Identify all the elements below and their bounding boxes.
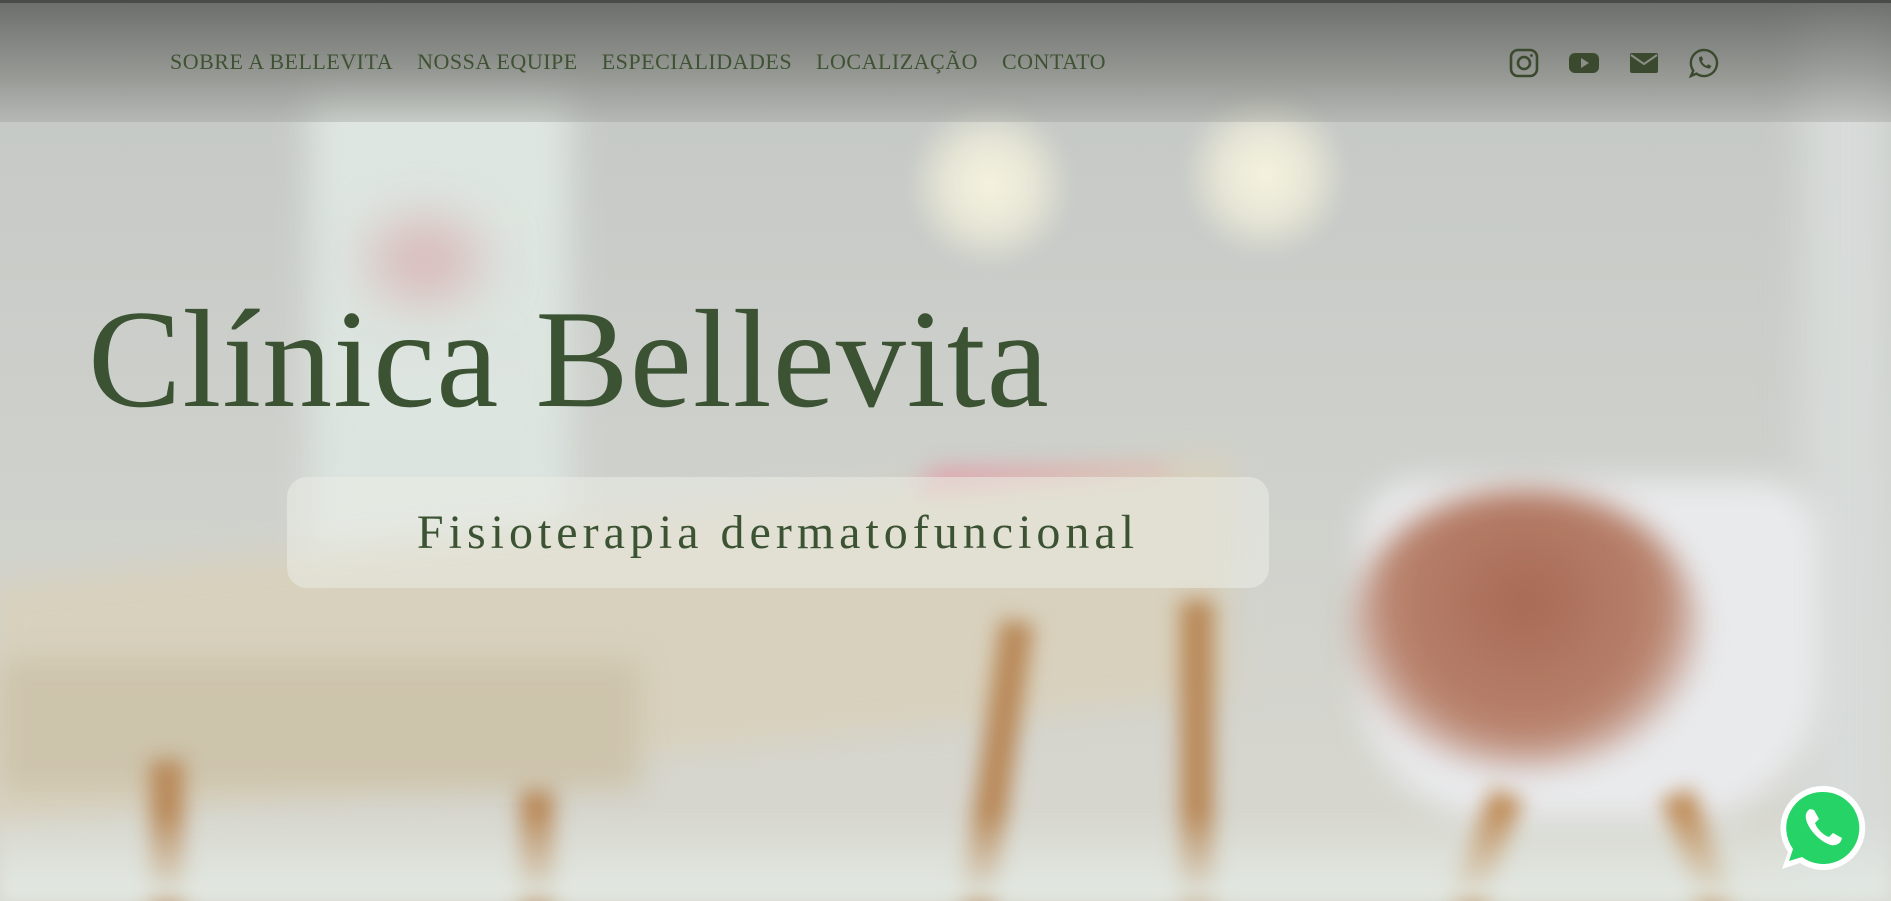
nav-link-sobre[interactable]: SOBRE A BELLEVITA	[170, 49, 393, 75]
hero-subtitle: Fisioterapia dermatofuncional	[416, 506, 1140, 559]
nav-link-equipe[interactable]: NOSSA EQUIPE	[417, 49, 578, 75]
main-nav: SOBRE A BELLEVITA NOSSA EQUIPE ESPECIALI…	[170, 49, 1106, 75]
whatsapp-icon	[1780, 785, 1866, 870]
email-icon[interactable]	[1628, 47, 1660, 79]
nav-link-localizacao[interactable]: LOCALIZAÇÃO	[816, 49, 978, 75]
hero-subtitle-box: Fisioterapia dermatofuncional	[287, 477, 1269, 588]
hero-title: Clínica Bellevita	[88, 282, 1050, 437]
social-links	[1508, 47, 1720, 79]
hero-background-image	[0, 0, 1891, 901]
whatsapp-floating-button[interactable]	[1777, 782, 1869, 874]
youtube-icon[interactable]	[1568, 47, 1600, 79]
whatsapp-icon[interactable]	[1688, 47, 1720, 79]
top-navigation-bar: SOBRE A BELLEVITA NOSSA EQUIPE ESPECIALI…	[0, 0, 1891, 122]
instagram-icon[interactable]	[1508, 47, 1540, 79]
nav-link-especialidades[interactable]: ESPECIALIDADES	[602, 49, 792, 75]
nav-link-contato[interactable]: CONTATO	[1002, 49, 1106, 75]
